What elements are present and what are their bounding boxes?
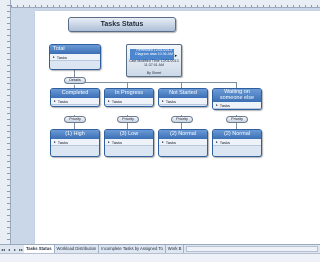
priority-node-normal[interactable]: (2) Normal ▸ Tasks bbox=[158, 129, 208, 157]
priority-node-row: ▸ Tasks bbox=[159, 139, 207, 146]
priority-node-row-label: Tasks bbox=[219, 140, 230, 145]
status-node-completed[interactable]: Completed ▸ Tasks bbox=[50, 88, 100, 107]
connector-line bbox=[74, 82, 236, 83]
priority-node-row: ▸ Tasks bbox=[213, 139, 261, 146]
priority-button[interactable]: Priority bbox=[171, 116, 193, 123]
status-node-row-label: Tasks bbox=[165, 99, 176, 104]
tab-tasks-status[interactable]: Tasks Status bbox=[24, 245, 55, 253]
priority-node-high[interactable]: (1) High ▸ Tasks bbox=[50, 129, 100, 157]
status-node-row: ▸ Tasks bbox=[213, 102, 261, 109]
status-node-title: In Progress bbox=[105, 89, 153, 98]
status-node-title: Waiting on someone else bbox=[213, 89, 261, 102]
vertical-ruler bbox=[0, 0, 11, 244]
priority-node-normal[interactable]: (2) Normal ▸ Tasks bbox=[212, 129, 262, 157]
status-node-row-label: Tasks bbox=[57, 99, 68, 104]
priority-node-title: (2) Normal bbox=[213, 130, 261, 139]
horizontal-ruler bbox=[11, 0, 320, 8]
status-node-in-progress[interactable]: In Progress ▸ Tasks bbox=[104, 88, 154, 107]
sheet-tab-bar: ◂◂ ◂ ▸ ▸▸ Tasks Status Workload Distribu… bbox=[0, 244, 320, 253]
priority-button[interactable]: Priority bbox=[226, 116, 248, 123]
status-node-row: ▸ Tasks bbox=[105, 98, 153, 105]
status-node-row-label: Tasks bbox=[111, 99, 122, 104]
status-node-row: ▸ Tasks bbox=[51, 98, 99, 105]
priority-node-row-label: Tasks bbox=[165, 140, 176, 145]
triangle-icon: ▸ bbox=[108, 99, 110, 103]
total-node-row-label: Tasks bbox=[56, 55, 67, 60]
tab-work-b[interactable]: Work B bbox=[166, 245, 185, 253]
status-node-title: Not Started bbox=[159, 89, 207, 98]
triangle-icon: ▸ bbox=[54, 99, 56, 103]
mouse-cursor-icon: ➤ bbox=[174, 53, 178, 58]
status-node-title: Completed bbox=[51, 89, 99, 98]
triangle-icon: ▸ bbox=[162, 99, 164, 103]
total-node-row: ▸ Tasks bbox=[50, 54, 100, 61]
info-line-4: 11:37:01 AM bbox=[144, 63, 164, 67]
tab-incomplete-tasks[interactable]: Incomplete Tasks by Assigned To bbox=[99, 245, 166, 253]
details-button[interactable]: Details bbox=[64, 77, 86, 84]
status-node-not-started[interactable]: Not Started ▸ Tasks bbox=[158, 88, 208, 107]
triangle-icon: ▸ bbox=[54, 140, 56, 144]
total-node[interactable]: Total ▸ Tasks bbox=[49, 44, 101, 70]
priority-node-row-label: Tasks bbox=[111, 140, 122, 145]
priority-node-title: (2) Normal bbox=[159, 130, 207, 139]
refresh-info-box[interactable]: Refreshed 12/01/2013 Diagram data 10:36 … bbox=[126, 44, 182, 77]
status-node-waiting[interactable]: Waiting on someone else ▸ Tasks bbox=[212, 88, 262, 110]
triangle-icon: ▸ bbox=[216, 103, 218, 107]
priority-node-row-label: Tasks bbox=[57, 140, 68, 145]
triangle-icon: ▸ bbox=[53, 55, 55, 59]
info-line-2: Diagram data 10:36 AM bbox=[135, 52, 173, 56]
status-bar bbox=[0, 253, 320, 262]
priority-node-title: (1) High bbox=[51, 130, 99, 139]
priority-button[interactable]: Priority bbox=[64, 116, 86, 123]
diagram-title[interactable]: Tasks Status bbox=[68, 17, 176, 32]
horizontal-scrollbar[interactable] bbox=[186, 246, 318, 252]
triangle-icon: ▸ bbox=[108, 140, 110, 144]
triangle-icon: ▸ bbox=[216, 140, 218, 144]
priority-button[interactable]: Priority bbox=[117, 116, 139, 123]
priority-node-title: (3) Low bbox=[105, 130, 153, 139]
triangle-icon: ▸ bbox=[162, 140, 164, 144]
priority-node-row: ▸ Tasks bbox=[51, 139, 99, 146]
status-node-row-label: Tasks bbox=[219, 103, 230, 108]
priority-node-low[interactable]: (3) Low ▸ Tasks bbox=[104, 129, 154, 157]
status-node-row: ▸ Tasks bbox=[159, 98, 207, 105]
total-node-title: Total bbox=[50, 45, 100, 54]
priority-node-row: ▸ Tasks bbox=[105, 139, 153, 146]
info-line-5: By Sheet bbox=[146, 71, 162, 75]
tab-workload-distribution[interactable]: Workload Distribution bbox=[55, 245, 100, 253]
